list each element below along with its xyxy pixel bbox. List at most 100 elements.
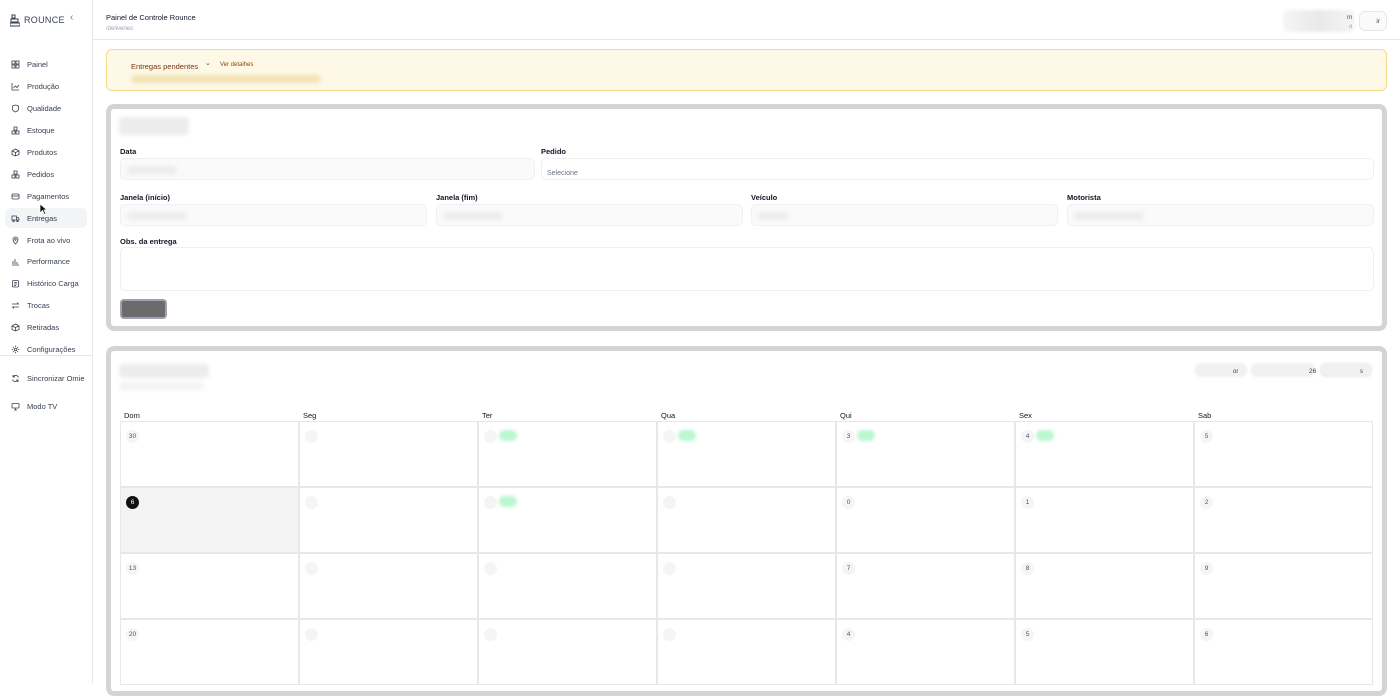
- brand-name: ROUNCE: [24, 15, 65, 25]
- calendar-day-cell[interactable]: 6: [1194, 619, 1373, 685]
- delivery-count-badge: [857, 430, 875, 441]
- sidebar-item-label: Qualidade: [27, 103, 62, 113]
- sidebar-item-label: Retiradas: [27, 322, 60, 332]
- chevron-left-icon[interactable]: ‹: [70, 12, 74, 23]
- day-number: 8: [1021, 562, 1034, 575]
- sync-omie-button[interactable]: Sincronizar Omie: [5, 368, 87, 388]
- day-number: 30: [126, 430, 139, 443]
- prev-month-label: or: [1233, 369, 1239, 375]
- day-number: 0: [842, 496, 855, 509]
- sidebar-item-label: Performance: [27, 256, 70, 266]
- date-input[interactable]: [120, 158, 535, 180]
- calendar-day-cell[interactable]: 9: [1194, 553, 1373, 619]
- calendar-day-cell[interactable]: [657, 553, 836, 619]
- calendar-day-cell[interactable]: [299, 619, 478, 685]
- day-number: 1: [1021, 496, 1034, 509]
- alert-label: Entregas pendentes: [131, 62, 199, 71]
- calendar-day-cell[interactable]: [299, 553, 478, 619]
- delivery-form-card: Data Pedido Selecione Janela (início) Ja…: [106, 104, 1387, 331]
- page-title: Painel de Controle Rounce: [106, 13, 196, 22]
- sidebar-divider: [0, 355, 92, 356]
- sidebar-item-historico-carga[interactable]: Histórico Carga: [5, 273, 87, 293]
- current-month-label: [1251, 363, 1315, 377]
- calendar-day-cell[interactable]: 6: [120, 487, 299, 553]
- calendar-day-cell[interactable]: 2: [1194, 487, 1373, 553]
- sidebar-item-frota-ao-vivo[interactable]: Frota ao vivo: [5, 230, 87, 250]
- calendar-day-cell[interactable]: 7: [836, 553, 1015, 619]
- day-number: [305, 496, 318, 509]
- weekday-qua: Qua: [661, 411, 676, 420]
- day-number: [484, 562, 497, 575]
- rounce-logo-icon: [10, 14, 20, 26]
- tv-mode-button[interactable]: Modo TV: [5, 396, 87, 416]
- sidebar-item-retiradas[interactable]: Retiradas: [5, 317, 87, 337]
- logout-button[interactable]: ir: [1359, 11, 1387, 31]
- calendar-day-cell[interactable]: 1: [1015, 487, 1194, 553]
- calendar-day-cell[interactable]: 20: [120, 619, 299, 685]
- user-role-fragment: d: [1349, 24, 1353, 30]
- calendar-day-cell[interactable]: [299, 487, 478, 553]
- user-info: [1283, 10, 1355, 32]
- day-number: [484, 496, 497, 509]
- prev-month-button[interactable]: [1195, 363, 1247, 377]
- save-delivery-button[interactable]: [120, 299, 167, 319]
- sidebar-item-label: Produção: [27, 81, 60, 91]
- window-end-input[interactable]: [436, 204, 743, 226]
- view-details-link[interactable]: Ver detalhes: [220, 62, 253, 68]
- order-select[interactable]: Selecione: [541, 158, 1374, 180]
- sidebar-item-qualidade[interactable]: Qualidade: [5, 98, 87, 118]
- day-number: [663, 628, 676, 641]
- vehicle-label: Veículo: [751, 193, 778, 202]
- calendar-day-cell[interactable]: 5: [1015, 619, 1194, 685]
- sidebar-item-configuracoes[interactable]: Configurações: [5, 339, 87, 359]
- calendar-day-cell[interactable]: [478, 487, 657, 553]
- calendar-day-cell[interactable]: [478, 619, 657, 685]
- day-number: 4: [1021, 430, 1034, 443]
- delivery-count-badge: [499, 496, 517, 507]
- window-end-label: Janela (fim): [436, 193, 478, 202]
- delivery-calendar-card: or 26 s Dom Seg Ter Qua Qui Sex Sab 30 3 4 5 6 0 1 2 1…: [106, 346, 1387, 696]
- day-number: 20: [126, 628, 139, 641]
- sidebar-item-producao[interactable]: Produção: [5, 76, 87, 96]
- calendar-day-cell[interactable]: [299, 421, 478, 487]
- vehicle-select[interactable]: [751, 204, 1058, 226]
- window-start-input[interactable]: [120, 204, 427, 226]
- next-month-button[interactable]: [1320, 363, 1372, 377]
- calendar-day-cell[interactable]: 3: [836, 421, 1015, 487]
- sidebar-item-trocas[interactable]: Trocas: [5, 295, 87, 315]
- calendar-day-cell[interactable]: [657, 487, 836, 553]
- calendar-day-cell[interactable]: [478, 553, 657, 619]
- calendar-day-cell[interactable]: 8: [1015, 553, 1194, 619]
- notes-label: Obs. da entrega: [120, 237, 177, 246]
- sidebar-item-pedidos[interactable]: Pedidos: [5, 164, 87, 184]
- truck-icon: [11, 214, 20, 223]
- calendar-day-cell[interactable]: 5: [1194, 421, 1373, 487]
- calendar-day-cell[interactable]: [478, 421, 657, 487]
- calendar-day-cell[interactable]: 13: [120, 553, 299, 619]
- sidebar-footer-label: Sincronizar Omie: [27, 373, 85, 383]
- calendar-day-cell[interactable]: 4: [1015, 421, 1194, 487]
- driver-select[interactable]: [1067, 204, 1374, 226]
- sidebar-item-label: Estoque: [27, 125, 55, 135]
- calendar-day-cell[interactable]: [657, 619, 836, 685]
- weekday-sex: Sex: [1019, 411, 1032, 420]
- sidebar-item-label: Configurações: [27, 344, 76, 354]
- day-number: 13: [126, 562, 139, 575]
- card-icon: [11, 192, 20, 201]
- calendar-day-cell[interactable]: [657, 421, 836, 487]
- user-name-fragment: m: [1347, 14, 1353, 21]
- calendar-day-cell[interactable]: 0: [836, 487, 1015, 553]
- calendar-day-cell[interactable]: 30: [120, 421, 299, 487]
- sidebar-item-painel[interactable]: Painel: [5, 54, 87, 74]
- boxes-icon: [11, 170, 20, 179]
- chevron-down-icon[interactable]: ⌄: [205, 59, 211, 67]
- sidebar-item-estoque[interactable]: Estoque: [5, 120, 87, 140]
- day-number: 3: [842, 430, 855, 443]
- calendar-day-cell[interactable]: 4: [836, 619, 1015, 685]
- shield-icon: [11, 104, 20, 113]
- sidebar-item-performance[interactable]: Performance: [5, 251, 87, 271]
- sidebar-item-produtos[interactable]: Produtos: [5, 142, 87, 162]
- alert-detail-text: [131, 75, 321, 83]
- notes-textarea[interactable]: [120, 247, 1374, 291]
- day-number: 2: [1200, 496, 1213, 509]
